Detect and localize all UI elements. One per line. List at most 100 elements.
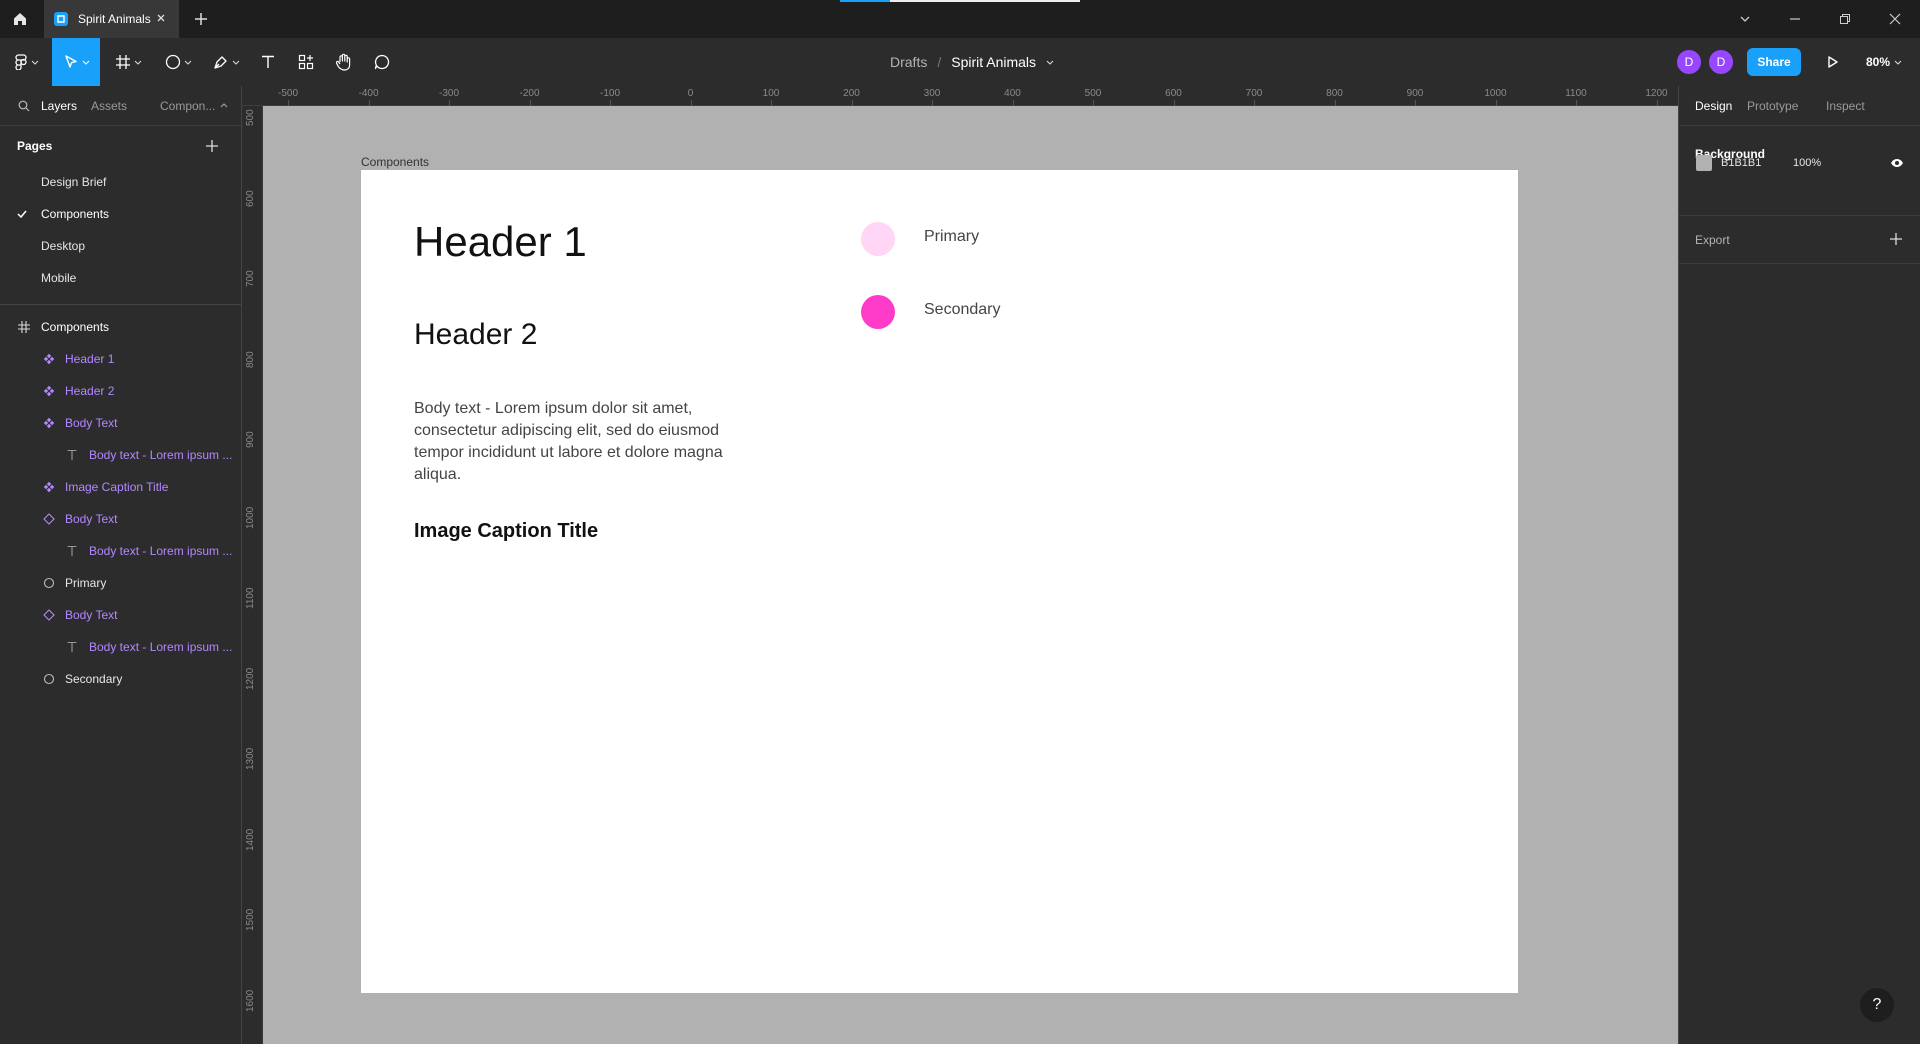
- chevron-down-icon: [1894, 60, 1902, 65]
- frame-label[interactable]: Components: [361, 155, 429, 169]
- add-page-icon[interactable]: [205, 139, 219, 153]
- page-components[interactable]: Components: [0, 198, 241, 230]
- layer-row[interactable]: Body text - Lorem ipsum ...: [0, 535, 241, 567]
- layer-row[interactable]: Primary: [0, 567, 241, 599]
- text-tool-button[interactable]: [252, 38, 284, 86]
- breadcrumb-drafts[interactable]: Drafts: [890, 54, 927, 70]
- ruler-tick-label: 1500: [245, 908, 256, 931]
- tab-prototype[interactable]: Prototype: [1747, 86, 1798, 126]
- file-tab[interactable]: Spirit Animals: [44, 0, 179, 38]
- tab-components-label: Compon...: [160, 99, 216, 113]
- close-tab-icon[interactable]: [155, 12, 167, 24]
- layer-label: Body text - Lorem ipsum ...: [89, 544, 233, 558]
- comment-tool-button[interactable]: [366, 38, 398, 86]
- restore-button[interactable]: [1820, 0, 1870, 38]
- tab-assets[interactable]: Assets: [91, 86, 127, 126]
- new-tab-button[interactable]: [192, 10, 210, 28]
- primary-swatch[interactable]: [861, 222, 895, 256]
- canvas[interactable]: Components Header 1 Header 2 Body text -…: [263, 106, 1678, 1044]
- image-caption-title-component[interactable]: Image Caption Title: [414, 520, 598, 543]
- chevron-down-icon[interactable]: [1046, 58, 1054, 66]
- layer-row[interactable]: Body Text: [0, 503, 241, 535]
- resources-tool-button[interactable]: [290, 38, 322, 86]
- body-text-component[interactable]: Body text - Lorem ipsum dolor sit amet, …: [414, 398, 750, 486]
- layer-row[interactable]: Body Text: [0, 407, 241, 439]
- layer-row[interactable]: Body Text: [0, 599, 241, 631]
- chevron-down-icon: [31, 60, 38, 65]
- ruler-tick-label: 1300: [245, 747, 256, 770]
- ruler-tick-label: -300: [438, 88, 460, 99]
- ruler-tick-label: -100: [599, 88, 621, 99]
- figma-file-icon: [54, 12, 68, 26]
- progress-fill: [840, 0, 891, 2]
- zoom-dropdown[interactable]: 80%: [1866, 38, 1902, 86]
- component-icon: [43, 385, 55, 397]
- ruler-tick-label: 600: [245, 189, 256, 207]
- chevron-down-icon: [184, 60, 191, 65]
- close-window-button[interactable]: [1870, 0, 1920, 38]
- title-bar: Spirit Animals: [0, 0, 1920, 38]
- frame-tool-button[interactable]: [108, 38, 148, 86]
- layer-row[interactable]: Body text - Lorem ipsum ...: [0, 631, 241, 663]
- text-icon: [66, 545, 78, 557]
- ruler-tick-label: 1600: [245, 989, 256, 1012]
- shape-tool-button[interactable]: [158, 38, 198, 86]
- share-button[interactable]: Share: [1747, 48, 1801, 76]
- file-name[interactable]: Spirit Animals: [951, 54, 1036, 70]
- layer-row[interactable]: Header 1: [0, 343, 241, 375]
- close-icon: [1889, 13, 1901, 25]
- layer-label: Body Text: [65, 512, 118, 526]
- background-hex-input[interactable]: B1B1B1: [1721, 157, 1761, 169]
- background-color-swatch[interactable]: [1696, 155, 1712, 171]
- eye-icon[interactable]: [1890, 158, 1904, 168]
- ruler-tick-label: 900: [1406, 88, 1424, 99]
- pen-tool-button[interactable]: [206, 38, 246, 86]
- figma-logo-icon: [14, 54, 27, 70]
- ruler-tick-label: 500: [245, 109, 256, 126]
- avatar[interactable]: D: [1677, 50, 1701, 74]
- minimize-button[interactable]: [1770, 0, 1820, 38]
- page-mobile[interactable]: Mobile: [0, 262, 241, 294]
- ruler-tick-label: 200: [843, 88, 860, 99]
- background-opacity-input[interactable]: 100%: [1793, 157, 1821, 169]
- page-desktop[interactable]: Desktop: [0, 230, 241, 262]
- move-tool-button[interactable]: [52, 38, 100, 86]
- layer-label: Secondary: [65, 672, 123, 686]
- secondary-label[interactable]: Secondary: [924, 301, 1001, 319]
- hand-tool-button[interactable]: [328, 38, 360, 86]
- horizontal-ruler: -500 -400 -300 -200 -100 0 100 200 300 400 500 600 7…: [242, 86, 1678, 106]
- resources-icon: [298, 54, 314, 70]
- help-button[interactable]: ?: [1860, 988, 1894, 1022]
- ruler-tick-label: 1100: [1565, 88, 1587, 99]
- search-icon[interactable]: [18, 100, 30, 112]
- layer-row[interactable]: Secondary: [0, 663, 241, 695]
- ruler-tick-label: 800: [1326, 88, 1343, 99]
- tab-inspect[interactable]: Inspect: [1826, 86, 1865, 126]
- header-2-component[interactable]: Header 2: [414, 318, 537, 352]
- page-design-brief[interactable]: Design Brief: [0, 166, 241, 198]
- main-menu-button[interactable]: [8, 38, 44, 86]
- layer-label: Body text - Lorem ipsum ...: [89, 640, 233, 654]
- layer-row[interactable]: Body text - Lorem ipsum ...: [0, 439, 241, 471]
- avatar[interactable]: D: [1709, 50, 1733, 74]
- present-button[interactable]: [1822, 52, 1842, 72]
- tabs-dropdown-button[interactable]: [1720, 0, 1770, 38]
- tab-design[interactable]: Design: [1695, 86, 1732, 126]
- components-frame[interactable]: Header 1 Header 2 Body text - Lorem ipsu…: [361, 170, 1518, 993]
- layer-frame-components[interactable]: Components: [0, 311, 241, 343]
- primary-label[interactable]: Primary: [924, 228, 979, 246]
- ruler-tick-label: 800: [245, 350, 256, 368]
- ruler-tick-label: 1200: [1645, 88, 1668, 99]
- layer-row[interactable]: Image Caption Title: [0, 471, 241, 503]
- component-icon: [43, 481, 55, 493]
- layer-row[interactable]: Header 2: [0, 375, 241, 407]
- home-button[interactable]: [0, 0, 40, 38]
- secondary-swatch[interactable]: [861, 295, 895, 329]
- vertical-ruler: 500 600 700 800 900 1000 1100 1200 1300 1400 1500 1…: [242, 106, 263, 1044]
- tab-layers[interactable]: Layers: [41, 86, 77, 126]
- ruler-tick-label: 400: [1004, 88, 1021, 99]
- instance-icon: [43, 513, 55, 525]
- header-1-component[interactable]: Header 1: [414, 218, 587, 266]
- add-export-icon[interactable]: [1889, 232, 1903, 246]
- tab-components[interactable]: Compon...: [160, 86, 228, 126]
